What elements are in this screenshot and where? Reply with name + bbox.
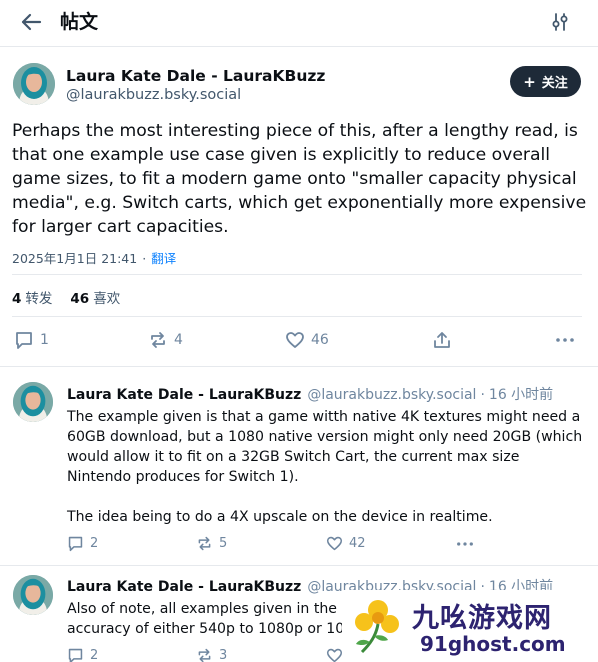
arrow-left-icon — [21, 13, 42, 31]
ellipsis-icon — [556, 338, 574, 342]
repost-icon — [151, 332, 165, 348]
reposts-count: 4 — [12, 291, 22, 307]
repost-count: 4 — [174, 332, 183, 348]
ellipsis-icon — [457, 542, 473, 546]
comment-icon — [68, 648, 83, 662]
watermark-title: 九吆游戏网 — [412, 603, 552, 634]
like-button[interactable] — [326, 647, 343, 662]
heart-icon — [326, 536, 343, 551]
meta-separator: · — [142, 251, 147, 266]
reposts-stat[interactable]: 4 转发 — [12, 291, 52, 307]
share-icon — [434, 332, 450, 348]
reply-count: 2 — [90, 648, 99, 662]
sliders-icon — [552, 13, 568, 31]
post-timestamp[interactable]: 2025年1月1日 21:41 — [12, 251, 137, 266]
watermark: 九吆游戏网 91ghost.com — [342, 590, 598, 662]
more-options-button[interactable] — [555, 330, 575, 350]
author-avatar-image — [13, 63, 55, 105]
reply-text: The example given is that a game witth n… — [67, 409, 583, 525]
flower-logo-icon — [355, 600, 399, 654]
thread-options-button[interactable] — [548, 10, 572, 34]
reply-author-name[interactable]: Laura Kate Dale - LauraKBuzz — [67, 579, 301, 595]
divider — [12, 316, 582, 317]
repost-icon — [198, 648, 211, 662]
repost-button[interactable]: 5 — [196, 535, 227, 552]
meta-separator: · — [480, 387, 485, 403]
avatar[interactable] — [13, 575, 53, 615]
post-text: Perhaps the most interesting piece of th… — [12, 121, 587, 237]
reply-count: 2 — [90, 536, 99, 551]
heart-icon — [326, 648, 343, 662]
follow-label: 关注 — [541, 76, 568, 91]
repost-count: 5 — [219, 536, 228, 551]
likes-label: 喜欢 — [93, 291, 121, 307]
reply-count: 1 — [40, 332, 49, 348]
follow-button[interactable]: + 关注 — [510, 66, 581, 97]
reply-time[interactable]: 16 小时前 — [489, 387, 553, 403]
avatar[interactable] — [13, 63, 55, 105]
more-options-button[interactable] — [456, 535, 474, 553]
repost-button[interactable]: 4 — [148, 330, 183, 350]
like-count: 42 — [349, 536, 366, 551]
repost-icon — [198, 536, 211, 551]
reply-author-name[interactable]: Laura Kate Dale - LauraKBuzz — [67, 387, 301, 403]
reply-button[interactable]: 2 — [67, 647, 98, 662]
reply-button[interactable]: 2 — [67, 535, 98, 552]
post-meta: 2025年1月1日 21:41 · 翻译 — [12, 248, 176, 267]
like-count: 46 — [311, 332, 329, 348]
translate-link[interactable]: 翻译 — [151, 251, 176, 266]
reposts-label: 转发 — [25, 291, 53, 307]
author-handle[interactable]: @laurakbuzz.bsky.social — [66, 87, 241, 103]
avatar[interactable] — [13, 382, 53, 422]
plus-icon: + — [523, 72, 536, 91]
divider — [12, 274, 582, 275]
reply-author-handle[interactable]: @laurakbuzz.bsky.social — [307, 387, 476, 403]
like-button[interactable]: 46 — [285, 330, 329, 350]
like-button[interactable]: 42 — [326, 535, 366, 552]
author-avatar-image — [13, 575, 53, 615]
repost-count: 3 — [219, 648, 228, 662]
likes-count: 46 — [70, 291, 90, 307]
comment-icon — [68, 536, 83, 552]
back-button[interactable] — [18, 9, 44, 35]
comment-icon — [16, 332, 32, 349]
author-name[interactable]: Laura Kate Dale - LauraKBuzz — [66, 67, 325, 85]
top-bar: 帖文 — [0, 0, 598, 47]
repost-button[interactable]: 3 — [196, 647, 227, 662]
author-avatar-image — [13, 382, 53, 422]
share-button[interactable] — [432, 330, 452, 350]
likes-stat[interactable]: 46 喜欢 — [70, 291, 120, 307]
reply-header: Laura Kate Dale - LauraKBuzz @laurakbuzz.… — [67, 384, 553, 404]
page-title: 帖文 — [60, 11, 99, 33]
heart-icon — [286, 332, 304, 348]
post-stats: 4 转发 46 喜欢 — [12, 287, 120, 307]
reply-button[interactable]: 1 — [14, 330, 49, 350]
divider — [0, 366, 598, 367]
divider — [0, 565, 598, 566]
watermark-url: 91ghost.com — [420, 632, 566, 656]
